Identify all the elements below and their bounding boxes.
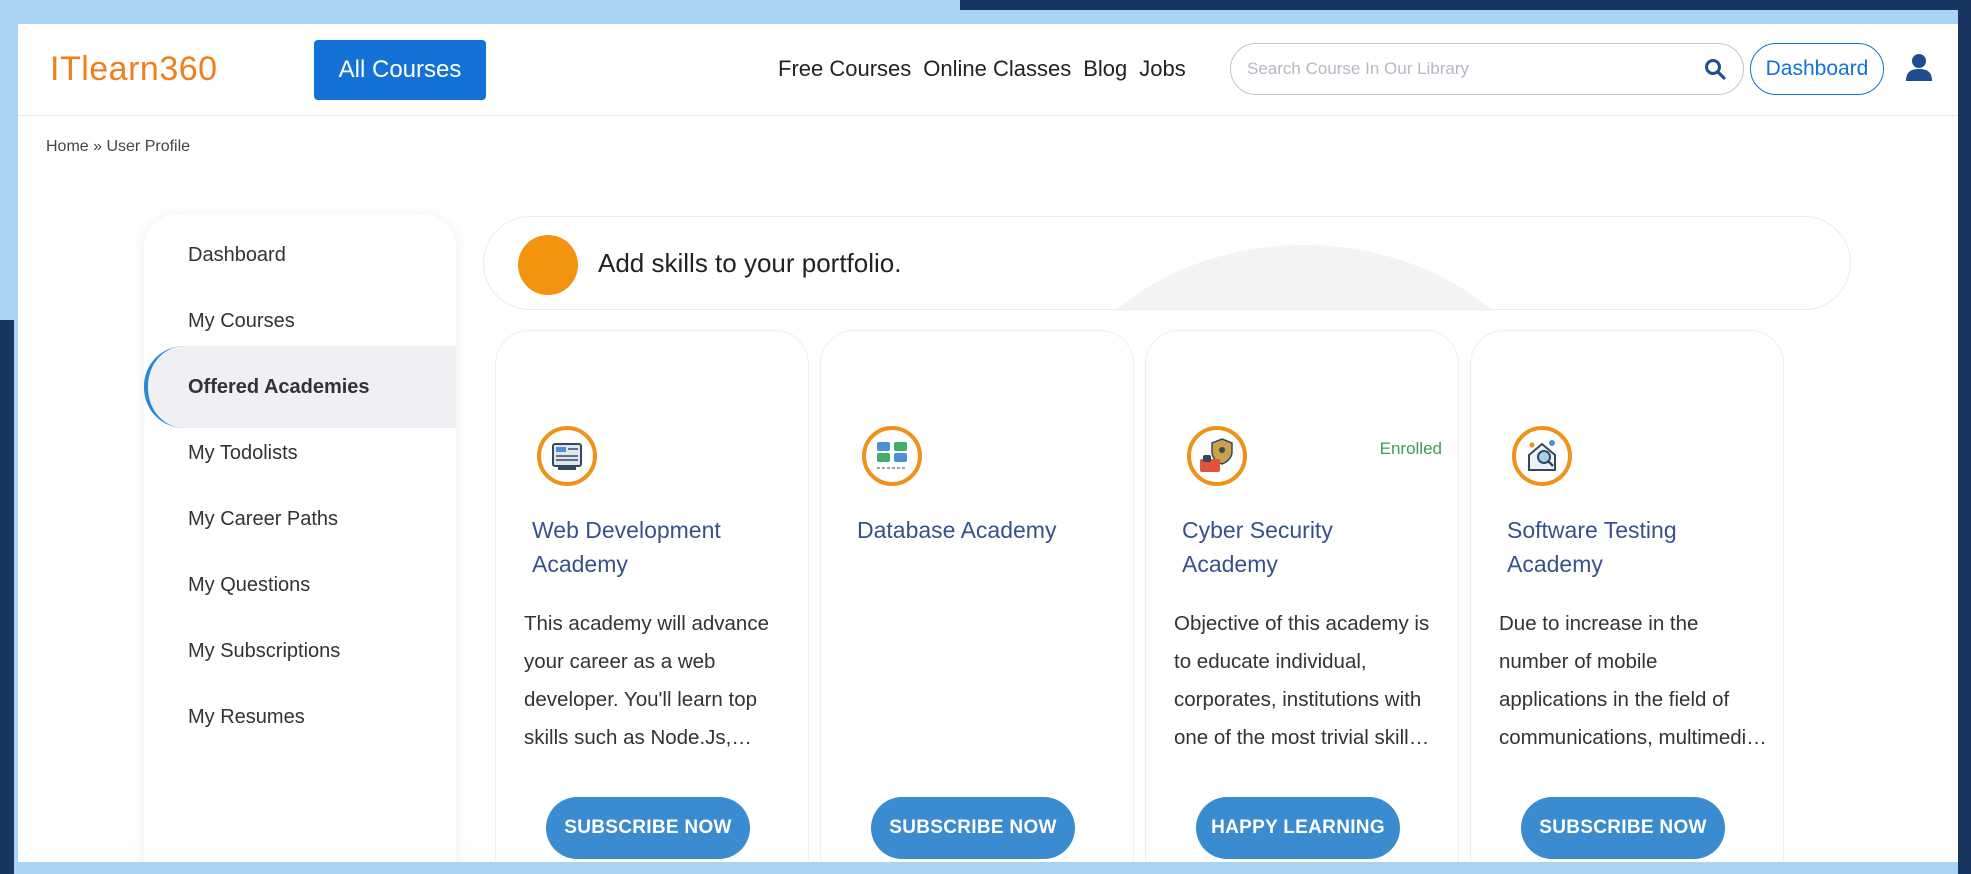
portfolio-banner: Add skills to your portfolio.	[483, 216, 1851, 310]
academy-card-database: Database Academy SUBSCRIBE NOW	[820, 330, 1134, 862]
nav-free-courses[interactable]: Free Courses	[778, 56, 911, 82]
site-logo[interactable]: ITlearn360	[50, 50, 218, 89]
decorative-navy-band-left	[0, 320, 14, 874]
orange-dot-icon	[518, 235, 578, 295]
nav-online-classes[interactable]: Online Classes	[923, 56, 1071, 82]
academy-card-software-testing: Software Testing Academy Due to increase…	[1470, 330, 1784, 862]
enrolled-badge: Enrolled	[1379, 439, 1442, 458]
dashboard-button[interactable]: Dashboard	[1750, 43, 1884, 95]
academy-card-web-development: Web Development Academy This academy wil…	[495, 330, 809, 862]
academy-description: Due to increase in the number of mobile …	[1499, 612, 1758, 749]
top-nav: Free Courses Online Classes Blog Jobs	[778, 56, 1186, 82]
search-bar	[1230, 43, 1744, 95]
web-development-icon	[537, 426, 597, 486]
banner-decoration	[1044, 245, 1564, 309]
sidebar-item-my-resumes[interactable]: My Resumes	[144, 676, 456, 758]
academy-title[interactable]: Cyber Security Academy	[1182, 513, 1432, 581]
search-icon[interactable]	[1703, 57, 1727, 81]
decorative-top-strip	[0, 0, 960, 10]
nav-jobs[interactable]: Jobs	[1139, 56, 1185, 82]
banner-text: Add skills to your portfolio.	[598, 248, 902, 278]
academy-title[interactable]: Web Development Academy	[532, 513, 782, 581]
search-input[interactable]	[1247, 59, 1703, 79]
subscribe-now-button[interactable]: SUBSCRIBE NOW	[871, 797, 1075, 859]
user-icon[interactable]	[1904, 52, 1934, 82]
subscribe-now-button[interactable]: SUBSCRIBE NOW	[546, 797, 750, 859]
academy-title[interactable]: Database Academy	[857, 513, 1107, 547]
site-header: ITlearn360 All Courses Free Courses Onli…	[18, 24, 1958, 116]
decorative-navy-band-top	[960, 0, 1971, 10]
profile-sidebar: Dashboard My Courses Offered Academies M…	[144, 214, 456, 862]
decorative-navy-band-right	[1958, 0, 1971, 874]
academy-description: This academy will advance your career as…	[524, 612, 769, 749]
subscribe-now-button[interactable]: SUBSCRIBE NOW	[1521, 797, 1725, 859]
nav-blog[interactable]: Blog	[1083, 56, 1127, 82]
academy-description: Objective of this academy is to educate …	[1174, 612, 1430, 749]
all-courses-button[interactable]: All Courses	[314, 40, 486, 100]
browser-page: ITlearn360 All Courses Free Courses Onli…	[18, 24, 1958, 862]
breadcrumb: Home » User Profile	[46, 138, 191, 155]
happy-learning-button[interactable]: HAPPY LEARNING	[1196, 797, 1400, 859]
cyber-security-icon	[1187, 426, 1247, 486]
academy-card-cyber-security: Enrolled Cyber Security Academy Objectiv…	[1145, 330, 1459, 862]
software-testing-icon	[1512, 426, 1572, 486]
database-icon	[862, 426, 922, 486]
academy-title[interactable]: Software Testing Academy	[1507, 513, 1757, 581]
